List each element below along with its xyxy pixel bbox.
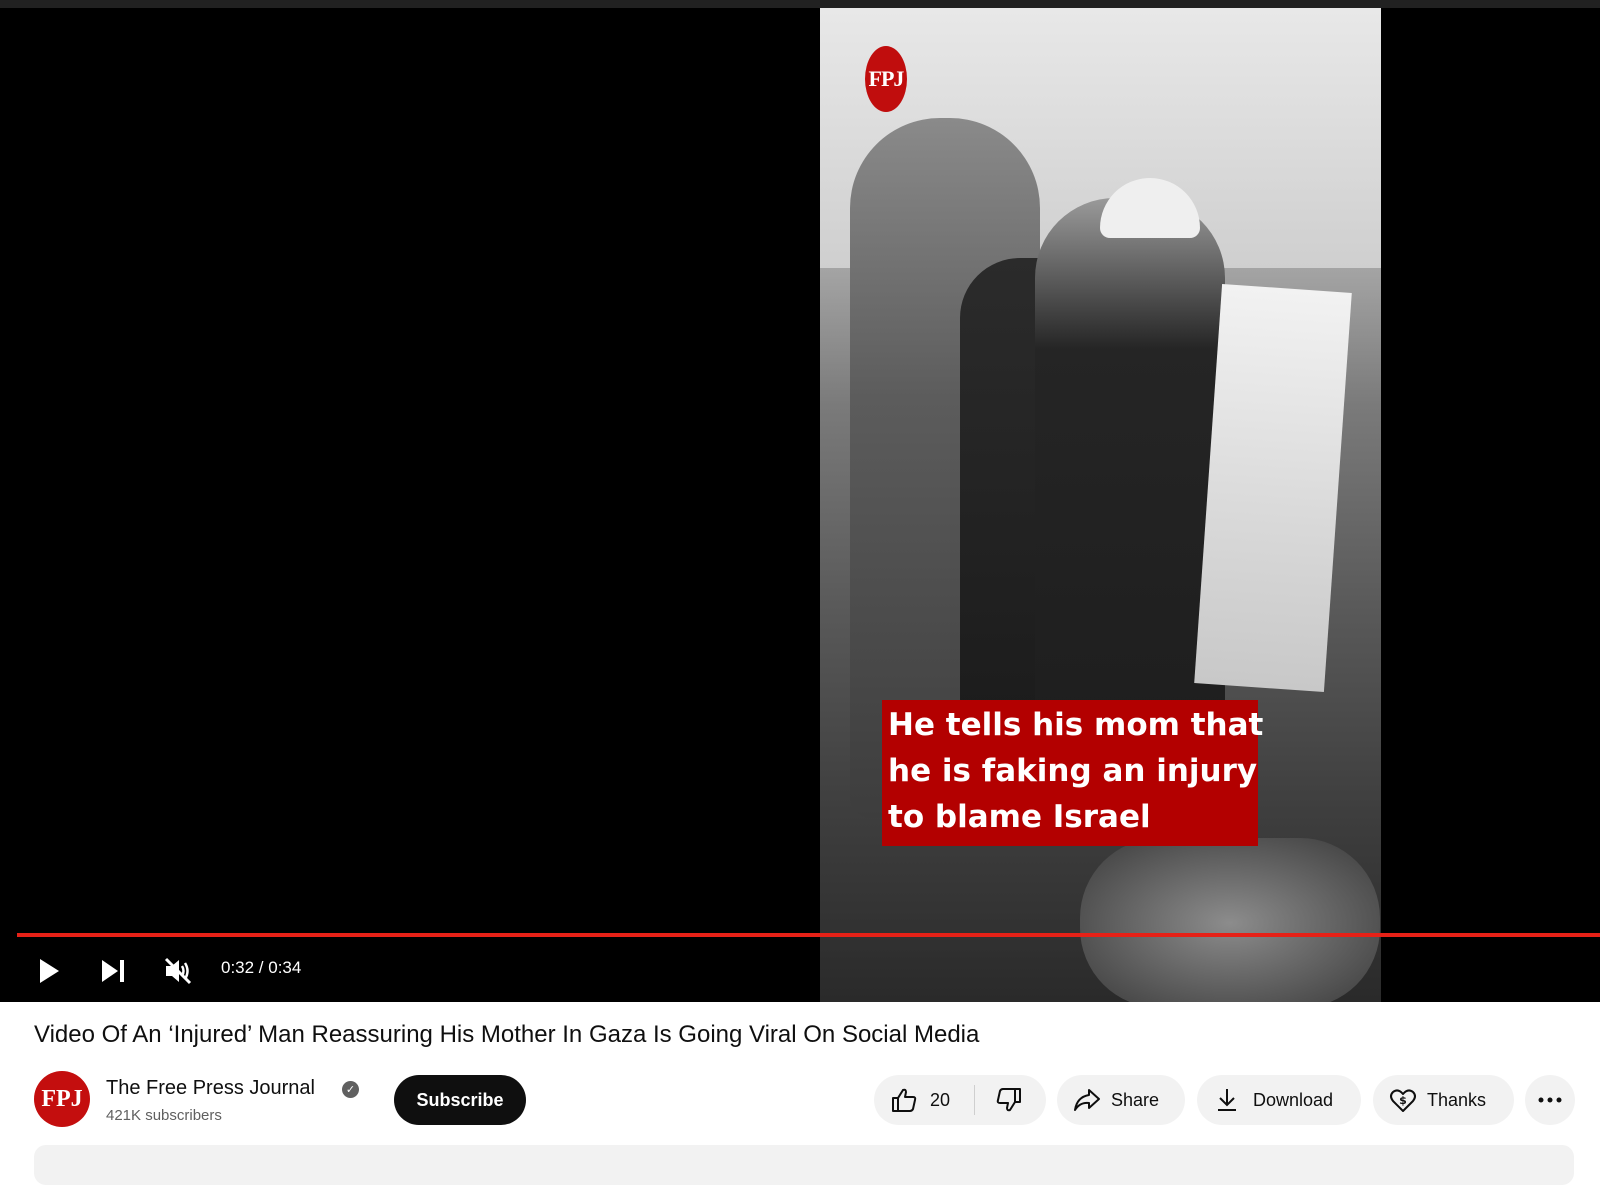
thumbs-up-icon	[892, 1088, 917, 1112]
timecode: 0:32 / 0:34	[221, 958, 302, 977]
play-icon	[40, 959, 59, 983]
like-dislike-group: 20	[874, 1075, 1046, 1125]
channel-avatar[interactable]: FPJ	[34, 1071, 90, 1127]
caption-line: he is faking an injury	[888, 753, 1258, 789]
play-button[interactable]	[34, 956, 64, 986]
channel-name[interactable]: The Free Press Journal	[106, 1077, 315, 1100]
like-count: 20	[930, 1089, 951, 1110]
like-divider	[974, 1085, 975, 1115]
thanks-button[interactable]: $ Thanks	[1373, 1075, 1514, 1125]
thanks-icon: $	[1390, 1089, 1416, 1112]
thumbs-down-icon	[996, 1088, 1021, 1112]
download-icon	[1218, 1089, 1236, 1111]
share-icon	[1074, 1089, 1100, 1111]
top-bar	[0, 0, 1600, 8]
mute-button[interactable]	[162, 955, 194, 987]
video-frame: FPJ He tells his mom that he is faking a…	[820, 8, 1381, 1002]
download-label: Download	[1253, 1089, 1334, 1110]
watermark-logo: FPJ	[865, 46, 907, 112]
progress-bar[interactable]	[17, 933, 1600, 937]
overlay-caption: He tells his mom that he is faking an in…	[882, 700, 1264, 846]
caption-line: He tells his mom that	[888, 707, 1264, 743]
download-button[interactable]: Download	[1197, 1075, 1361, 1125]
share-label: Share	[1111, 1089, 1160, 1110]
caption-line: to blame Israel	[888, 799, 1151, 835]
next-icon	[102, 960, 124, 982]
video-player[interactable]: FPJ He tells his mom that he is faking a…	[0, 8, 1600, 1002]
scene-cloth	[1194, 283, 1352, 693]
video-title: Video Of An ‘Injured’ Man Reassuring His…	[34, 1021, 980, 1048]
thanks-label: Thanks	[1427, 1089, 1487, 1110]
dislike-button[interactable]	[984, 1075, 1034, 1125]
next-button[interactable]	[98, 956, 128, 986]
description-box[interactable]	[34, 1145, 1574, 1185]
more-actions-button[interactable]	[1525, 1075, 1575, 1125]
like-button[interactable]: 20	[890, 1075, 970, 1125]
subscriber-count: 421K subscribers	[106, 1107, 222, 1124]
share-button[interactable]: Share	[1057, 1075, 1185, 1125]
svg-text:$: $	[1399, 1094, 1407, 1107]
player-controls: 0:32 / 0:34	[0, 948, 1600, 994]
more-icon	[1538, 1097, 1562, 1103]
muted-volume-icon	[164, 957, 192, 985]
subscribe-button[interactable]: Subscribe	[394, 1075, 526, 1125]
verified-icon: ✓	[342, 1081, 359, 1098]
